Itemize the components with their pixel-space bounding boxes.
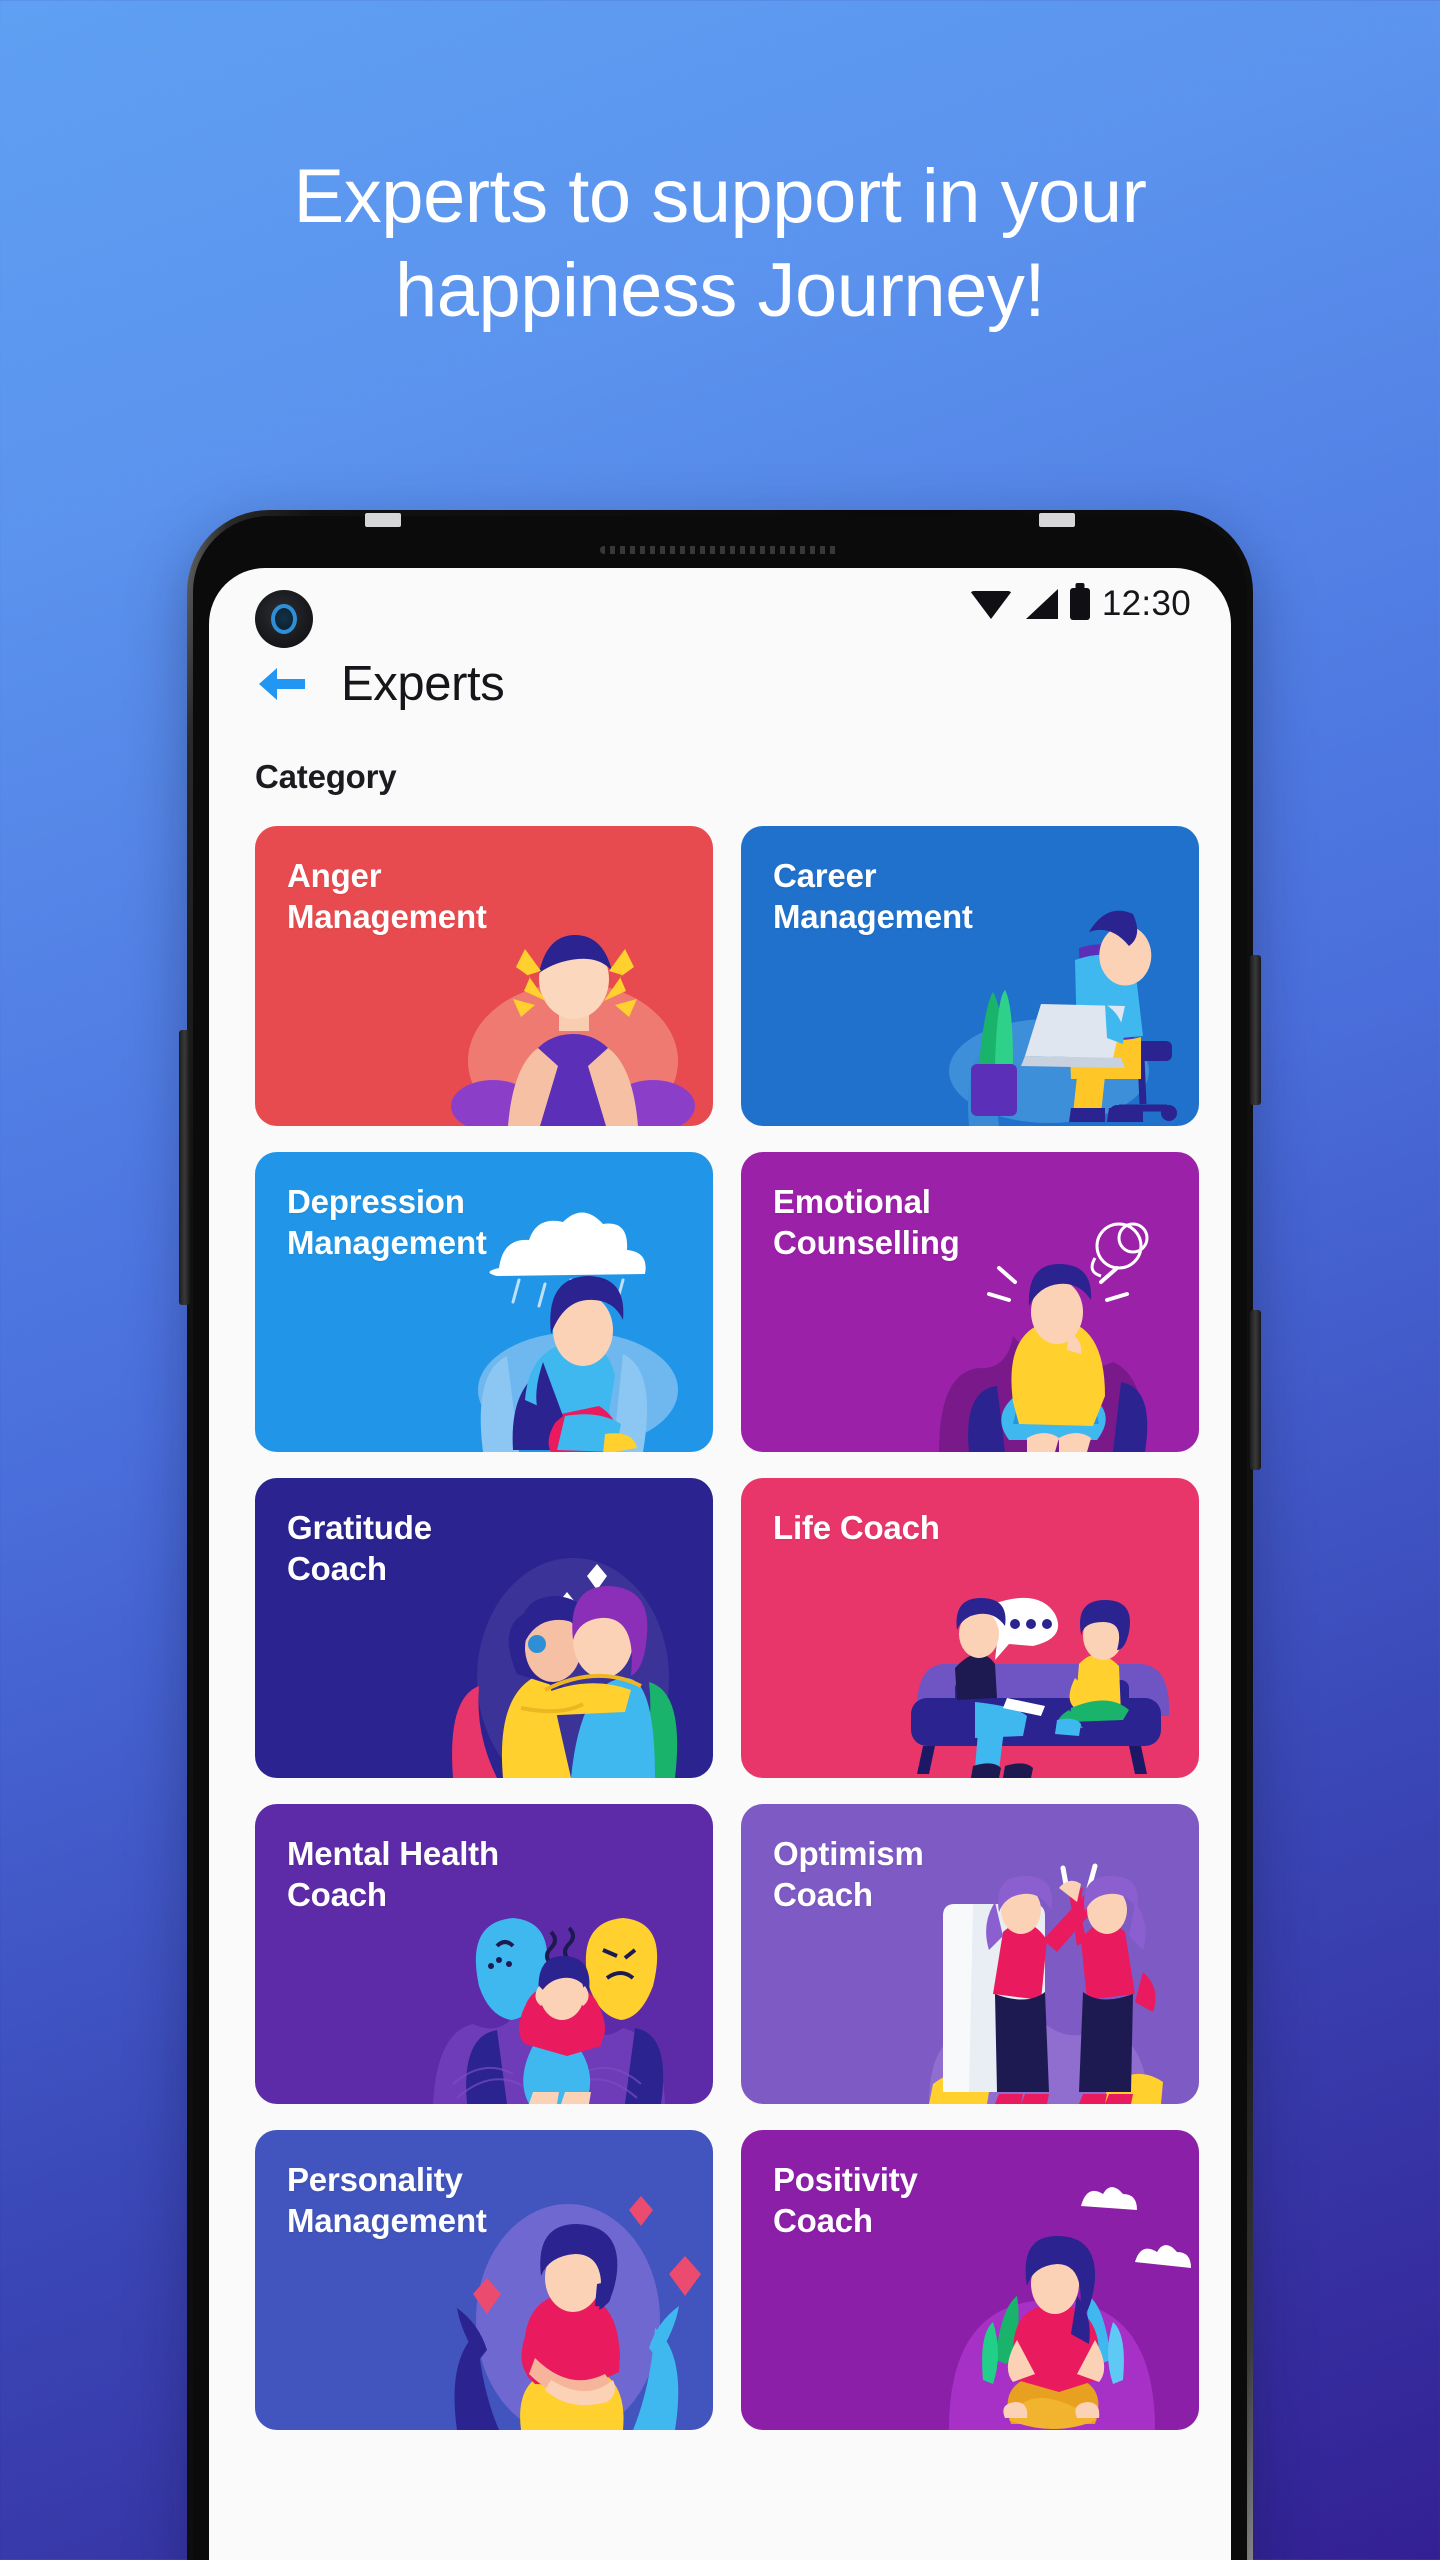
category-card-life-coach[interactable]: Life Coach — [741, 1478, 1199, 1778]
category-grid: Anger Management Career Management Depre… — [209, 796, 1231, 2430]
app-bar: Experts — [209, 630, 1231, 730]
category-card-career-management[interactable]: Career Management — [741, 826, 1199, 1126]
status-bar: 12:30 — [209, 568, 1231, 630]
category-card-title: Career Management — [773, 857, 973, 935]
wifi-icon — [969, 589, 1012, 619]
back-arrow-icon[interactable] — [255, 662, 307, 706]
phone-mockup: 12:30 Experts Category Anger Management — [179, 510, 1261, 2560]
earpiece-speaker-grille — [600, 546, 840, 554]
category-card-optimism-coach[interactable]: Optimism Coach — [741, 1804, 1199, 2104]
headline-line-2: happiness Journey! — [394, 248, 1046, 333]
status-bar-clock: 12:30 — [1101, 584, 1191, 623]
category-card-title: Mental Health Coach — [287, 1835, 499, 1913]
camera-lens — [271, 604, 297, 634]
category-card-positivity-coach[interactable]: Positivity Coach — [741, 2130, 1199, 2430]
headline-line-1: Experts to support in your — [293, 154, 1147, 239]
category-card-anger-management[interactable]: Anger Management — [255, 826, 713, 1126]
category-card-title: Personality Management — [287, 2161, 487, 2239]
volume-button-left[interactable] — [179, 1030, 190, 1305]
volume-button-right[interactable] — [1250, 1310, 1261, 1470]
category-card-gratitude-coach[interactable]: Gratitude Coach — [255, 1478, 713, 1778]
front-camera-icon — [255, 590, 313, 648]
category-card-title: Gratitude Coach — [287, 1509, 432, 1587]
page-headline: Experts to support in your happiness Jou… — [0, 150, 1440, 338]
battery-icon — [1069, 588, 1090, 620]
category-card-title: Depression Management — [287, 1183, 487, 1261]
category-card-title: Positivity Coach — [773, 2161, 918, 2239]
antenna-band-right — [1039, 513, 1075, 527]
category-card-title: Optimism Coach — [773, 1835, 924, 1913]
page-title: Experts — [341, 657, 505, 711]
section-label-category: Category — [255, 758, 397, 795]
category-card-depression-management[interactable]: Depression Management — [255, 1152, 713, 1452]
antenna-band-left — [365, 513, 401, 527]
category-card-personality-management[interactable]: Personality Management — [255, 2130, 713, 2430]
category-card-mental-health-coach[interactable]: Mental Health Coach — [255, 1804, 713, 2104]
power-button[interactable] — [1250, 955, 1261, 1105]
angry-man-illustration — [413, 911, 713, 1126]
category-card-title: Life Coach — [773, 1509, 940, 1546]
sofa-talk-illustration — [889, 1568, 1199, 1778]
category-card-emotional-counselling[interactable]: Emotional Counselling — [741, 1152, 1199, 1452]
category-card-title: Emotional Counselling — [773, 1183, 960, 1261]
signal-icon — [1024, 589, 1058, 619]
category-card-title: Anger Management — [287, 857, 487, 935]
phone-screen: 12:30 Experts Category Anger Management — [209, 568, 1231, 2560]
